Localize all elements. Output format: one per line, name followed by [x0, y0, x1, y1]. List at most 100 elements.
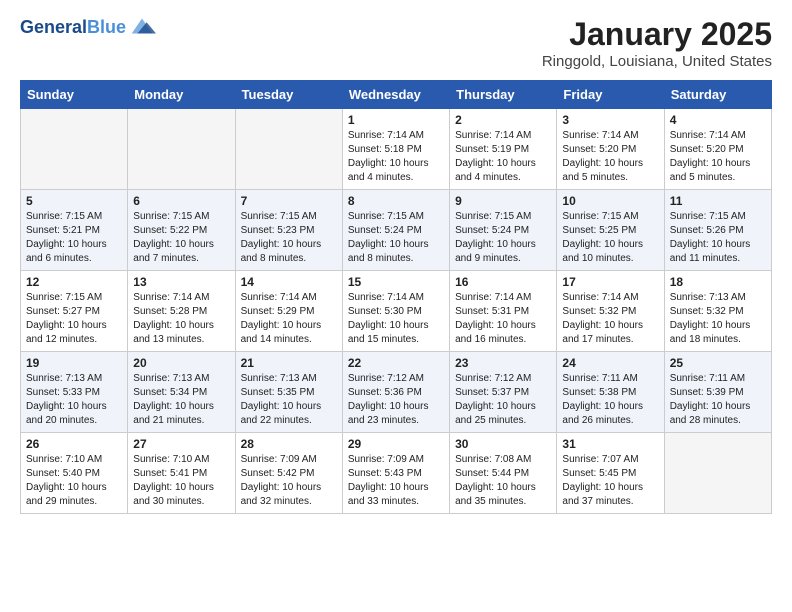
day-info: Sunrise: 7:12 AM Sunset: 5:37 PM Dayligh…: [455, 372, 551, 428]
header-friday: Friday: [557, 81, 664, 109]
logo-general: General: [20, 17, 87, 37]
calendar-cell: 16 Sunrise: 7:14 AM Sunset: 5:31 PM Dayli…: [450, 271, 557, 352]
calendar-cell: 3Sunrise: 7:14 AM Sunset: 5:20 PM Daylig…: [557, 109, 664, 190]
header-thursday: Thursday: [450, 81, 557, 109]
day-number: 13: [133, 275, 229, 289]
calendar-cell: 29 Sunrise: 7:09 AM Sunset: 5:43 PM Dayli…: [342, 433, 449, 514]
day-info: Sunrise: 7:15 AM Sunset: 5:23 PM Dayligh…: [241, 210, 337, 266]
day-info: Sunrise: 7:14 AM Sunset: 5:29 PM Dayligh…: [241, 291, 337, 347]
calendar-cell: 26 Sunrise: 7:10 AM Sunset: 5:40 PM Dayli…: [21, 433, 128, 514]
calendar-cell: 8 Sunrise: 7:15 AM Sunset: 5:24 PM Daylig…: [342, 190, 449, 271]
calendar-cell: 11 Sunrise: 7:15 AM Sunset: 5:26 PM Dayli…: [664, 190, 771, 271]
day-info: Sunrise: 7:14 AM Sunset: 5:32 PM Dayligh…: [562, 291, 658, 347]
calendar-week-row: 26 Sunrise: 7:10 AM Sunset: 5:40 PM Dayli…: [21, 433, 772, 514]
page-title: January 2025: [542, 16, 772, 53]
day-number: 22: [348, 356, 444, 370]
day-info: Sunrise: 7:11 AM Sunset: 5:38 PM Dayligh…: [562, 372, 658, 428]
calendar-cell: 25 Sunrise: 7:11 AM Sunset: 5:39 PM Dayli…: [664, 352, 771, 433]
header-monday: Monday: [128, 81, 235, 109]
day-number: 9: [455, 194, 551, 208]
calendar-cell: 15Sunrise: 7:14 AM Sunset: 5:30 PM Dayli…: [342, 271, 449, 352]
header: GeneralBlue January 2025 Ringgold, Louis…: [20, 16, 772, 70]
calendar-cell: 10 Sunrise: 7:15 AM Sunset: 5:25 PM Dayli…: [557, 190, 664, 271]
header-sunday: Sunday: [21, 81, 128, 109]
day-info: Sunrise: 7:09 AM Sunset: 5:42 PM Dayligh…: [241, 453, 337, 509]
calendar-cell: 5 Sunrise: 7:15 AM Sunset: 5:21 PM Daylig…: [21, 190, 128, 271]
day-info: Sunrise: 7:13 AM Sunset: 5:35 PM Dayligh…: [241, 372, 337, 428]
calendar-cell: 28 Sunrise: 7:09 AM Sunset: 5:42 PM Dayli…: [235, 433, 342, 514]
day-info: Sunrise: 7:11 AM Sunset: 5:39 PM Dayligh…: [670, 372, 766, 428]
day-number: 7: [241, 194, 337, 208]
calendar-cell: 22 Sunrise: 7:12 AM Sunset: 5:36 PM Dayli…: [342, 352, 449, 433]
day-info: Sunrise: 7:14 AM Sunset: 5:20 PM Dayligh…: [562, 129, 658, 185]
calendar-cell: 23 Sunrise: 7:12 AM Sunset: 5:37 PM Dayli…: [450, 352, 557, 433]
day-info: Sunrise: 7:13 AM Sunset: 5:34 PM Dayligh…: [133, 372, 229, 428]
day-info: Sunrise: 7:14 AM Sunset: 5:30 PM Dayligh…: [348, 291, 444, 347]
calendar-cell: 24 Sunrise: 7:11 AM Sunset: 5:38 PM Dayli…: [557, 352, 664, 433]
day-info: Sunrise: 7:15 AM Sunset: 5:26 PM Dayligh…: [670, 210, 766, 266]
day-number: 10: [562, 194, 658, 208]
day-info: Sunrise: 7:15 AM Sunset: 5:27 PM Dayligh…: [26, 291, 122, 347]
calendar-cell: 27Sunrise: 7:10 AM Sunset: 5:41 PM Dayli…: [128, 433, 235, 514]
day-number: 24: [562, 356, 658, 370]
day-number: 8: [348, 194, 444, 208]
calendar-cell: 7 Sunrise: 7:15 AM Sunset: 5:23 PM Daylig…: [235, 190, 342, 271]
day-info: Sunrise: 7:15 AM Sunset: 5:21 PM Dayligh…: [26, 210, 122, 266]
day-number: 23: [455, 356, 551, 370]
calendar-cell: [235, 109, 342, 190]
calendar-cell: 20 Sunrise: 7:13 AM Sunset: 5:34 PM Dayli…: [128, 352, 235, 433]
calendar-week-row: 19Sunrise: 7:13 AM Sunset: 5:33 PM Dayli…: [21, 352, 772, 433]
day-number: 25: [670, 356, 766, 370]
day-info: Sunrise: 7:12 AM Sunset: 5:36 PM Dayligh…: [348, 372, 444, 428]
header-tuesday: Tuesday: [235, 81, 342, 109]
day-number: 31: [562, 437, 658, 451]
day-info: Sunrise: 7:14 AM Sunset: 5:31 PM Dayligh…: [455, 291, 551, 347]
day-number: 21: [241, 356, 337, 370]
logo-blue: Blue: [87, 17, 126, 37]
day-number: 6: [133, 194, 229, 208]
day-info: Sunrise: 7:15 AM Sunset: 5:22 PM Dayligh…: [133, 210, 229, 266]
calendar-cell: 14 Sunrise: 7:14 AM Sunset: 5:29 PM Dayli…: [235, 271, 342, 352]
day-number: 18: [670, 275, 766, 289]
day-number: 16: [455, 275, 551, 289]
day-number: 14: [241, 275, 337, 289]
calendar-cell: 2 Sunrise: 7:14 AM Sunset: 5:19 PM Daylig…: [450, 109, 557, 190]
calendar-header-row: Sunday Monday Tuesday Wednesday Thursday…: [21, 81, 772, 109]
day-number: 30: [455, 437, 551, 451]
day-info: Sunrise: 7:14 AM Sunset: 5:19 PM Dayligh…: [455, 129, 551, 185]
calendar-cell: 31 Sunrise: 7:07 AM Sunset: 5:45 PM Dayli…: [557, 433, 664, 514]
day-info: Sunrise: 7:15 AM Sunset: 5:24 PM Dayligh…: [348, 210, 444, 266]
calendar-cell: [21, 109, 128, 190]
day-info: Sunrise: 7:13 AM Sunset: 5:32 PM Dayligh…: [670, 291, 766, 347]
calendar-cell: [128, 109, 235, 190]
day-number: 20: [133, 356, 229, 370]
day-number: 4: [670, 113, 766, 127]
logo-icon: [128, 12, 156, 40]
day-info: Sunrise: 7:15 AM Sunset: 5:25 PM Dayligh…: [562, 210, 658, 266]
day-number: 11: [670, 194, 766, 208]
day-number: 2: [455, 113, 551, 127]
header-saturday: Saturday: [664, 81, 771, 109]
calendar-cell: 12 Sunrise: 7:15 AM Sunset: 5:27 PM Dayli…: [21, 271, 128, 352]
day-number: 12: [26, 275, 122, 289]
title-block: January 2025 Ringgold, Louisiana, United…: [542, 16, 772, 70]
day-number: 19: [26, 356, 122, 370]
day-info: Sunrise: 7:14 AM Sunset: 5:18 PM Dayligh…: [348, 129, 444, 185]
day-info: Sunrise: 7:08 AM Sunset: 5:44 PM Dayligh…: [455, 453, 551, 509]
calendar-cell: 4Sunrise: 7:14 AM Sunset: 5:20 PM Daylig…: [664, 109, 771, 190]
day-number: 29: [348, 437, 444, 451]
day-info: Sunrise: 7:15 AM Sunset: 5:24 PM Dayligh…: [455, 210, 551, 266]
calendar-cell: 1 Sunrise: 7:14 AM Sunset: 5:18 PM Daylig…: [342, 109, 449, 190]
day-number: 5: [26, 194, 122, 208]
day-info: Sunrise: 7:10 AM Sunset: 5:40 PM Dayligh…: [26, 453, 122, 509]
day-info: Sunrise: 7:07 AM Sunset: 5:45 PM Dayligh…: [562, 453, 658, 509]
page: GeneralBlue January 2025 Ringgold, Louis…: [0, 0, 792, 530]
page-subtitle: Ringgold, Louisiana, United States: [542, 53, 772, 70]
day-number: 28: [241, 437, 337, 451]
day-info: Sunrise: 7:09 AM Sunset: 5:43 PM Dayligh…: [348, 453, 444, 509]
calendar-cell: 6 Sunrise: 7:15 AM Sunset: 5:22 PM Daylig…: [128, 190, 235, 271]
day-number: 1: [348, 113, 444, 127]
day-number: 26: [26, 437, 122, 451]
calendar-week-row: 12 Sunrise: 7:15 AM Sunset: 5:27 PM Dayli…: [21, 271, 772, 352]
day-number: 17: [562, 275, 658, 289]
